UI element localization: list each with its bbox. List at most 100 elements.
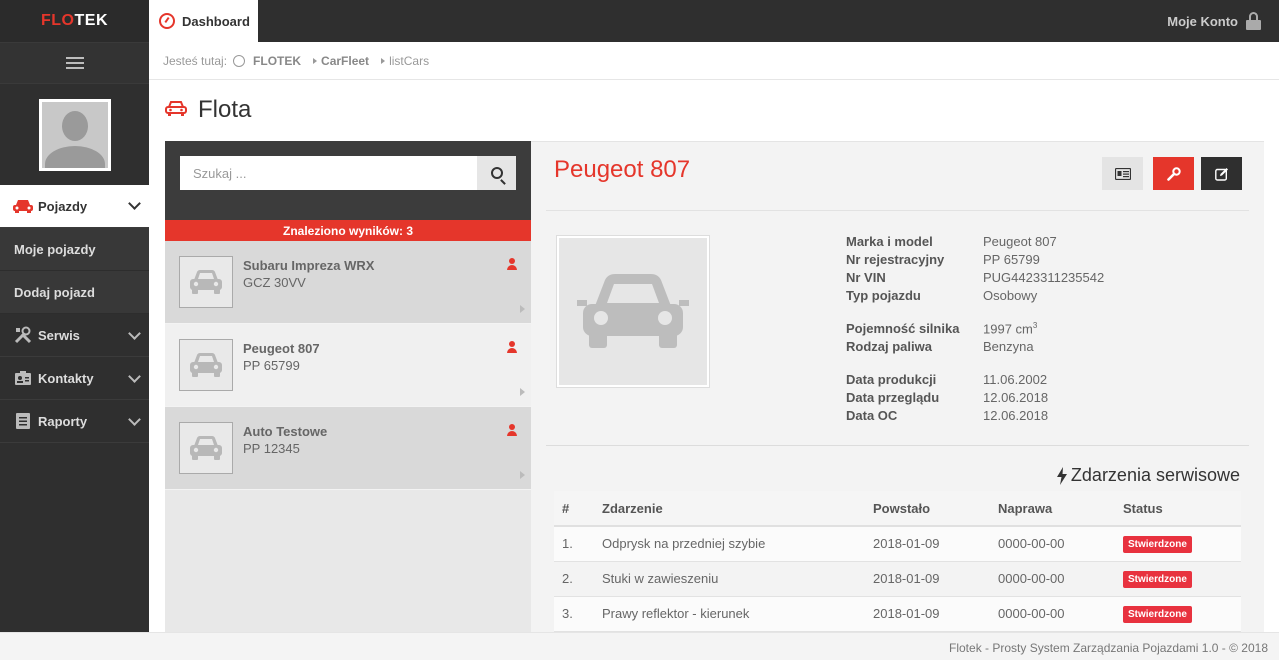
table-header-row: # Zdarzenie Powstało Naprawa Status	[554, 491, 1241, 527]
event-number: 3.	[554, 596, 602, 632]
engine-capacity: 1997 cm	[983, 321, 1033, 337]
column-header[interactable]: Powstało	[873, 491, 998, 527]
spec-row-fuel: Rodzaj paliwa Benzyna	[846, 339, 1104, 357]
app-logo[interactable]: FLO TEK	[0, 0, 149, 42]
divider	[546, 445, 1249, 446]
footer: Flotek - Prosty System Zarządzania Pojaz…	[0, 632, 1279, 660]
lock-icon	[1246, 12, 1261, 30]
user-icon	[507, 258, 517, 270]
car-placeholder-icon	[559, 238, 707, 385]
event-repair: 0000-00-00	[998, 561, 1123, 597]
footer-text: Flotek - Prosty System Zarządzania Pojaz…	[949, 641, 1268, 655]
search-zone	[165, 141, 531, 220]
spec-label: Data przeglądu	[846, 390, 940, 405]
sidebar-item-label: Raporty	[38, 413, 88, 429]
event-description: Prawy reflektor - kierunek	[602, 596, 873, 632]
spec-value: Osobowy	[983, 288, 1038, 303]
edit-button[interactable]	[1201, 157, 1242, 190]
top-bar: Dashboard Moje Konto	[149, 0, 1279, 42]
chevron-down-icon	[128, 327, 141, 340]
dashboard-icon	[233, 54, 246, 67]
id-card-icon	[1114, 167, 1131, 180]
spec-label: Nr rejestracyjny	[846, 252, 945, 267]
event-created: 2018-01-09	[873, 561, 998, 597]
details-card-button[interactable]	[1102, 157, 1143, 190]
sidebar-item-label: Kontakty	[38, 370, 94, 386]
event-repair: 0000-00-00	[998, 596, 1123, 632]
chevron-down-icon	[128, 197, 141, 210]
logo-red-part: FLO	[41, 12, 75, 29]
tools-icon	[12, 326, 34, 344]
table-row[interactable]: 2. Stuki w zawieszeniu 2018-01-09 0000-0…	[554, 561, 1241, 597]
spec-value: 1997 cm3	[983, 321, 1037, 339]
sidebar-item-label: Serwis	[38, 327, 80, 343]
avatar[interactable]	[38, 98, 111, 171]
hamburger-icon	[65, 57, 84, 69]
search-button[interactable]	[477, 156, 516, 190]
spec-row-vin: Nr VIN PUG4423311235542	[846, 270, 1104, 288]
event-description: Odprysk na przedniej szybie	[602, 526, 873, 562]
page-title-text: Flota	[198, 96, 252, 123]
column-header[interactable]: Naprawa	[998, 491, 1123, 527]
search-input[interactable]	[180, 156, 477, 190]
sidebar-item-serwis[interactable]: Serwis	[0, 314, 149, 357]
column-header[interactable]: #	[554, 491, 602, 527]
spec-value: Peugeot 807	[983, 234, 1057, 249]
sidebar: FLO TEK Pojazdy Moje pojazdy Dodaj pojazd…	[0, 0, 149, 632]
service-events-heading: Zdarzenia serwisowe	[1056, 465, 1240, 486]
breadcrumb-item-carfleet[interactable]: CarFleet	[321, 54, 369, 68]
column-header[interactable]: Zdarzenie	[602, 491, 873, 527]
list-item[interactable]: Auto Testowe PP 12345	[165, 407, 531, 490]
table-row[interactable]: 3. Prawy reflektor - kierunek 2018-01-09…	[554, 596, 1241, 632]
vehicle-specs: Marka i model Peugeot 807 Nr rejestracyjn…	[846, 234, 1104, 426]
spec-label: Typ pojazdu	[846, 288, 921, 303]
event-repair: 0000-00-00	[998, 526, 1123, 562]
account-menu[interactable]: Moje Konto	[1167, 0, 1261, 42]
event-number: 1.	[554, 526, 602, 562]
status-badge: Stwierdzone	[1123, 570, 1192, 588]
sidebar-item-dodaj-pojazd[interactable]: Dodaj pojazd	[0, 271, 149, 314]
spec-label: Data produkcji	[846, 372, 937, 387]
spec-row-production: Data produkcji 11.06.2002	[846, 372, 1104, 390]
user-icon	[507, 424, 517, 436]
sidebar-item-moje-pojazdy[interactable]: Moje pojazdy	[0, 228, 149, 271]
event-number: 2.	[554, 561, 602, 597]
dashboard-gauge-icon	[159, 13, 175, 29]
tab-label: Dashboard	[182, 13, 250, 29]
list-item[interactable]: Subaru Impreza WRX GCZ 30VV	[165, 241, 531, 324]
user-icon	[507, 341, 517, 353]
spec-row-inspection: Data przeglądu 12.06.2018	[846, 390, 1104, 408]
breadcrumb-item-flotek[interactable]: FLOTEK	[253, 54, 301, 68]
breadcrumb-item-listcars: listCars	[389, 53, 430, 68]
spec-value: 12.06.2018	[983, 408, 1049, 423]
list-item[interactable]: Peugeot 807 PP 65799	[165, 324, 531, 407]
vehicle-photo	[556, 235, 710, 388]
report-icon	[12, 412, 34, 430]
spec-row-registration: Nr rejestracyjny PP 65799	[846, 252, 1104, 270]
contacts-icon	[12, 369, 34, 387]
spec-value: 11.06.2002	[983, 372, 1048, 387]
service-button[interactable]	[1153, 157, 1194, 190]
car-name: Auto Testowe	[243, 424, 328, 439]
sidebar-item-pojazdy[interactable]: Pojazdy	[0, 185, 149, 228]
spec-row-type: Typ pojazdu Osobowy	[846, 288, 1104, 306]
event-status-cell: Stwierdzone	[1123, 561, 1241, 597]
sidebar-item-kontakty[interactable]: Kontakty	[0, 357, 149, 400]
car-thumbnail-icon	[179, 339, 233, 391]
breadcrumb: Jesteś tutaj: FLOTEK CarFleet listCars	[149, 42, 1279, 80]
spec-label: Pojemność silnika	[846, 321, 960, 336]
car-icon	[12, 197, 34, 215]
logo-white-part: TEK	[74, 12, 108, 29]
column-header[interactable]: Status	[1123, 491, 1241, 527]
sidebar-item-raporty[interactable]: Raporty	[0, 400, 149, 443]
engine-unit-superscript: 3	[1032, 321, 1038, 330]
caret-right-icon	[520, 388, 525, 396]
divider	[546, 210, 1249, 211]
table-row[interactable]: 1. Odprysk na przedniej szybie 2018-01-0…	[554, 526, 1241, 562]
vehicle-title: Peugeot 807	[554, 156, 691, 183]
spec-label: Data OC	[846, 408, 898, 423]
menu-toggle-button[interactable]	[0, 42, 149, 84]
tab-dashboard[interactable]: Dashboard	[149, 0, 258, 42]
status-badge: Stwierdzone	[1123, 605, 1192, 623]
bolt-icon	[1056, 466, 1067, 485]
